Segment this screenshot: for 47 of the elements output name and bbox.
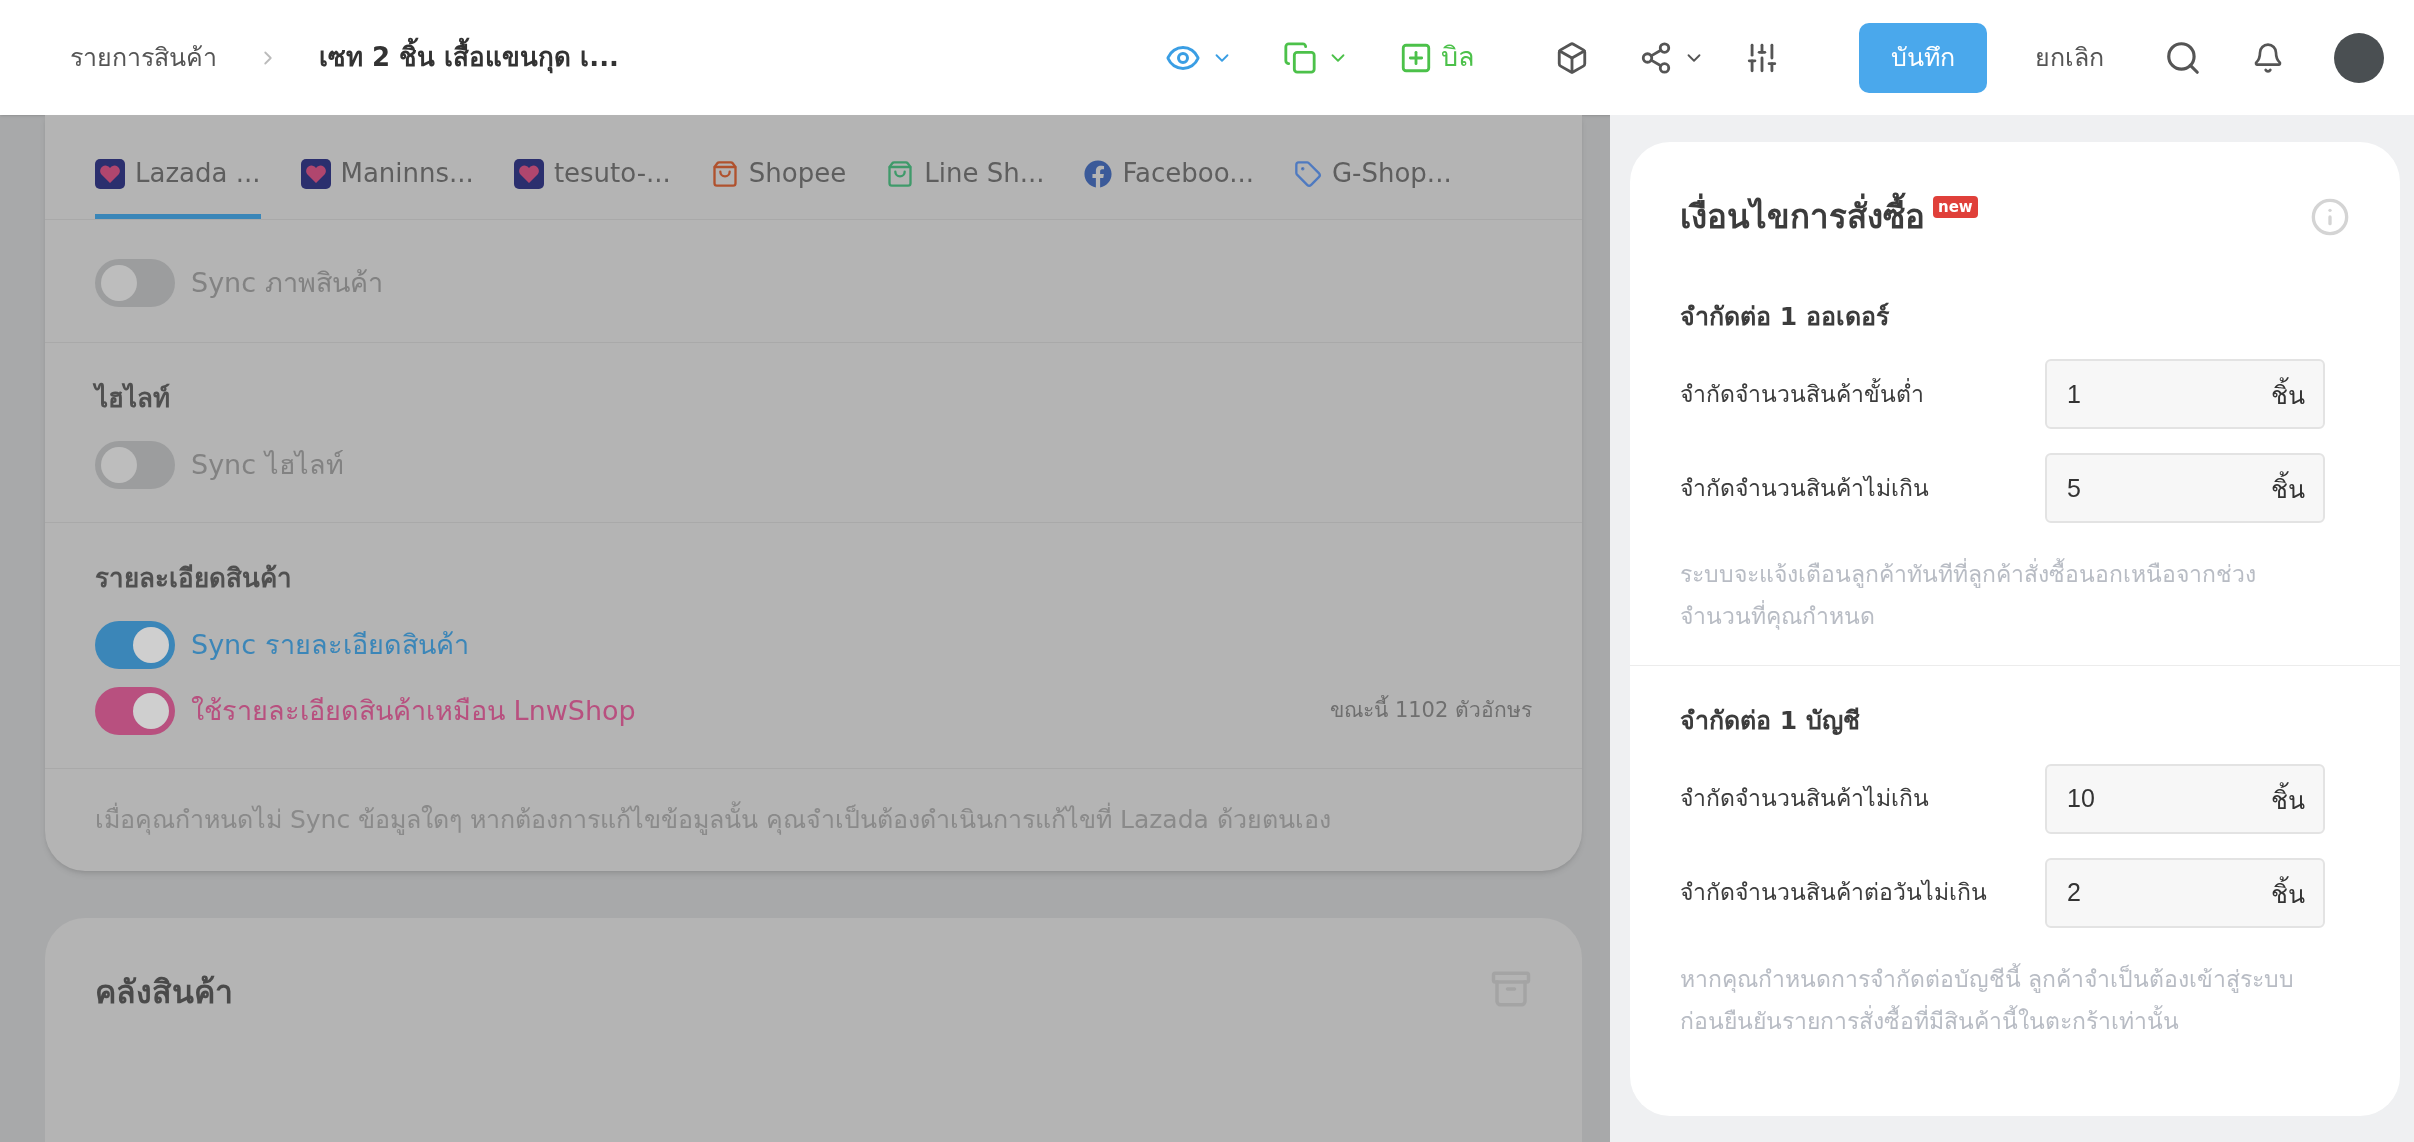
heart-app-icon [513, 158, 544, 189]
toggle-switch[interactable] [95, 621, 175, 669]
channel-tab[interactable]: Lazada ... [95, 139, 261, 219]
channel-tab[interactable]: Shopee [710, 139, 847, 219]
field-label: จำกัดจำนวนสินค้าไม่เกิน [1680, 473, 1930, 503]
cancel-button[interactable]: ยกเลิก [2035, 38, 2104, 77]
breadcrumb-link[interactable]: รายการสินค้า [70, 38, 217, 77]
field-label: จำกัดจำนวนสินค้าต่อวันไม่เกิน [1680, 878, 1988, 908]
section-heading: รายละเอียดสินค้า [95, 562, 293, 595]
toggle-switch[interactable] [95, 687, 175, 735]
product-title: เซท 2 ชิ้น เสื้อแขนกุด เ... [319, 38, 619, 77]
bell-icon[interactable] [2252, 41, 2284, 74]
toggle-switch[interactable] [95, 441, 175, 489]
avatar[interactable] [2334, 32, 2384, 83]
group-heading: จำกัดต่อ 1 บัญชี [1680, 705, 1861, 737]
tag-icon [1293, 159, 1322, 188]
cube-icon[interactable] [1555, 40, 1589, 75]
heart-app-icon [95, 158, 125, 189]
field-label: จำกัดจำนวนสินค้าขั้นต่ำ [1680, 377, 1925, 409]
bill-button[interactable]: บิล [1399, 37, 1475, 78]
toggle-label: ใช้รายละเอียดสินค้าเหมือน LnwShop [191, 693, 636, 728]
character-count: ขณะนี้ 1102 ตัวอักษร [1330, 695, 1532, 727]
channel-tab[interactable]: G-Shop... [1293, 139, 1452, 219]
facebook-icon [1084, 159, 1113, 188]
channel-tab[interactable]: Maninns... [300, 139, 474, 219]
channel-tab[interactable]: tesuto-... [513, 139, 671, 219]
share-icon [1639, 40, 1673, 75]
shopping-bag-icon [886, 159, 915, 188]
card-title: คลังสินค้า [95, 971, 233, 1013]
unit-label: ชิ้น [2271, 377, 2305, 415]
help-text: ระบบจะแจ้งเตือนลูกค้าทันทีที่ลูกค้าสั่งซื้อนอกเหนือจากช่วงจำนวนที่คุณกำหนด [1680, 553, 2310, 637]
save-button[interactable]: บันทึก [1859, 22, 1987, 93]
unit-label: ชิ้น [2271, 875, 2305, 913]
shopping-bag-icon [710, 159, 739, 188]
copy-icon [1283, 40, 1317, 75]
channel-tab[interactable]: Line Sh... [886, 139, 1045, 219]
group-heading: จำกัดต่อ 1 ออเดอร์ [1680, 300, 1890, 333]
help-text: หากคุณกำหนดการจำกัดต่อบัญชีนี้ ลูกค้าจำเป็นต้องเข้าสู่ระบบก่อนยืนยันรายการสั่งซื้อที่มีสินค้านี้ในตะกร้าเท่านั้น [1680, 962, 2296, 1036]
unit-label: ชิ้น [2271, 781, 2305, 819]
heart-app-icon [300, 158, 331, 189]
card-title: เงื่อนไขการสั่งซื้อ [1680, 192, 1925, 242]
unit-label: ชิ้น [2271, 471, 2305, 509]
toggle-label: Sync รายละเอียดสินค้า [191, 627, 469, 662]
channel-tab[interactable]: Faceboo... [1084, 139, 1254, 219]
new-badge: new [1933, 195, 1978, 218]
toggle-switch[interactable] [95, 259, 175, 307]
field-label: จำกัดจำนวนสินค้าไม่เกิน [1680, 784, 1930, 814]
